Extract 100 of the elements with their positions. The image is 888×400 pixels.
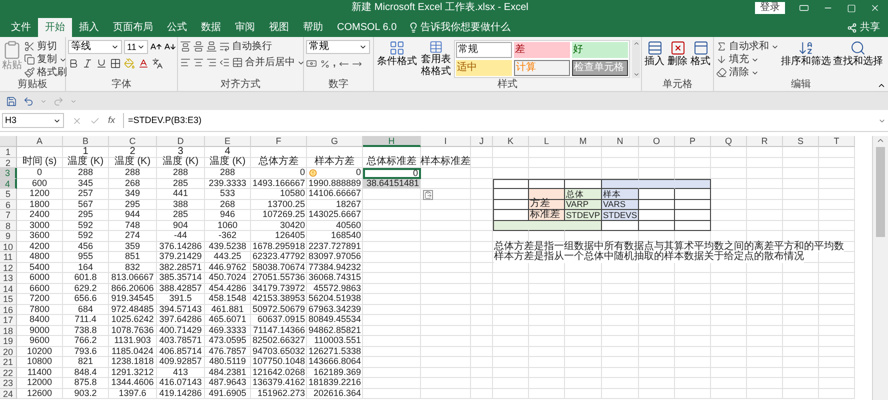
paste-options-icon[interactable] <box>423 190 433 200</box>
row-header[interactable]: 1 <box>0 147 17 158</box>
warning-icon[interactable] <box>309 168 317 177</box>
column-header[interactable]: R <box>747 136 783 147</box>
find-select-button[interactable]: 查找和选择 <box>833 40 883 68</box>
column-header[interactable]: N <box>602 136 639 147</box>
insert-function-button[interactable]: fx <box>108 116 116 125</box>
conditional-format-button[interactable]: 条件格式 <box>376 40 418 68</box>
cells-button[interactable]: 格式 <box>690 40 711 68</box>
align-top-icon[interactable] <box>180 41 191 52</box>
ribbon-tab[interactable]: 数据 <box>194 18 228 37</box>
fill-color-icon[interactable] <box>124 58 135 69</box>
row-header[interactable]: 15 <box>0 294 17 304</box>
font-size-field[interactable]: 11 <box>124 40 148 54</box>
column-header[interactable]: P <box>675 136 711 147</box>
border-icon[interactable] <box>110 58 121 69</box>
merge-center-button[interactable]: 合并后居中 <box>232 56 305 69</box>
row-header[interactable]: 7 <box>0 210 17 220</box>
row-header[interactable]: 5 <box>0 189 17 200</box>
column-header[interactable]: K <box>493 136 529 147</box>
font-color-icon[interactable] <box>138 58 149 69</box>
column-header[interactable]: J <box>471 136 493 147</box>
comma-style-button[interactable]: , <box>333 58 336 68</box>
ribbon-tab[interactable]: 页面布局 <box>106 18 160 37</box>
phonetic-icon[interactable] <box>152 58 163 69</box>
column-header[interactable]: Q <box>711 136 747 147</box>
row-header[interactable]: 11 <box>0 252 17 262</box>
decrease-indent-icon[interactable] <box>219 57 230 68</box>
bold-icon[interactable] <box>68 58 79 69</box>
row-header[interactable]: 9 <box>0 231 17 242</box>
close-icon[interactable] <box>870 3 880 13</box>
percent-icon[interactable] <box>320 58 330 68</box>
ribbon-display-icon[interactable] <box>799 3 810 13</box>
gallery-scrollbar[interactable] <box>632 40 640 78</box>
align-right-icon[interactable] <box>206 57 217 68</box>
row-header[interactable]: 6 <box>0 200 17 210</box>
italic-icon[interactable] <box>82 58 93 69</box>
align-middle-icon[interactable] <box>193 41 204 52</box>
font-name-field[interactable]: 等线 <box>68 40 122 54</box>
column-header[interactable]: I <box>421 136 471 147</box>
column-header[interactable]: H <box>363 136 421 147</box>
sign-in-button[interactable]: 登录 <box>755 2 786 14</box>
tell-me-field[interactable]: 告诉我你想要做什么 <box>408 18 511 37</box>
formula-field[interactable]: =STDEV.P(B3:E3) <box>123 113 870 128</box>
clear-button[interactable]: 清除 <box>716 66 779 79</box>
row-header[interactable]: 22 <box>0 368 17 378</box>
undo-caret-icon[interactable] <box>40 98 47 104</box>
share-button[interactable]: 共享 <box>847 18 884 37</box>
cell-style-option[interactable]: 好 <box>572 42 628 58</box>
undo-icon[interactable] <box>23 96 34 106</box>
format-painter-button[interactable]: 格式刷 <box>24 66 67 79</box>
copy-button[interactable]: 复制 <box>24 53 67 66</box>
scroll-up-icon[interactable] <box>632 40 640 47</box>
currency-icon[interactable] <box>306 58 317 69</box>
column-header[interactable]: L <box>529 136 565 147</box>
column-header[interactable]: A <box>17 136 63 147</box>
cell-style-option[interactable]: 适中 <box>456 60 512 76</box>
align-left-icon[interactable] <box>180 57 191 68</box>
column-header[interactable]: E <box>205 136 251 147</box>
row-header[interactable]: 8 <box>0 220 17 231</box>
row-header[interactable]: 12 <box>0 262 17 273</box>
ribbon-tab[interactable]: 插入 <box>72 18 106 37</box>
wrap-text-button[interactable]: 自动换行 <box>219 40 272 53</box>
cells-button[interactable]: 删除 <box>667 40 688 68</box>
customize-caret-icon[interactable] <box>70 98 77 104</box>
fill-button[interactable]: 填充 <box>716 53 779 66</box>
column-header[interactable]: D <box>157 136 205 147</box>
align-bottom-icon[interactable] <box>206 41 217 52</box>
row-header[interactable]: 18 <box>0 326 17 336</box>
row-header[interactable]: 20 <box>0 346 17 357</box>
column-header[interactable]: T <box>819 136 855 147</box>
cells-button[interactable]: 插入 <box>644 40 665 68</box>
cut-button[interactable]: 剪切 <box>24 40 67 53</box>
column-header[interactable]: M <box>565 136 602 147</box>
vertical-scrollbar[interactable] <box>872 136 888 400</box>
number-format-field[interactable]: 常规 <box>306 40 370 54</box>
ribbon-tab[interactable]: 开始 <box>38 18 72 37</box>
row-header[interactable]: 14 <box>0 284 17 294</box>
row-header[interactable]: 10 <box>0 242 17 252</box>
scroll-up-icon[interactable] <box>876 136 885 145</box>
ribbon-tab[interactable]: COMSOL 6.0 <box>330 18 404 37</box>
row-header[interactable]: 3 <box>0 168 17 178</box>
row-header[interactable]: 13 <box>0 273 17 284</box>
ribbon-tab[interactable]: 审阅 <box>228 18 262 37</box>
name-box[interactable]: H3 <box>2 113 64 128</box>
column-header[interactable]: S <box>783 136 819 147</box>
ribbon-tab[interactable]: 文件 <box>4 18 38 37</box>
row-header[interactable]: 2 <box>0 158 17 168</box>
ribbon-tab[interactable]: 公式 <box>160 18 194 37</box>
row-header[interactable]: 23 <box>0 378 17 388</box>
save-icon[interactable] <box>6 96 17 106</box>
table-format-button[interactable]: 套用表格格式 <box>420 40 452 78</box>
column-header[interactable]: B <box>63 136 109 147</box>
scroll-down-icon[interactable] <box>632 71 640 78</box>
cell-style-option[interactable]: 差 <box>514 42 570 58</box>
column-header[interactable]: O <box>639 136 675 147</box>
row-header[interactable]: 16 <box>0 304 17 315</box>
row-header[interactable]: 24 <box>0 388 17 399</box>
underline-icon[interactable] <box>96 58 107 69</box>
sort-filter-button[interactable]: 排序和筛选 <box>781 40 831 68</box>
